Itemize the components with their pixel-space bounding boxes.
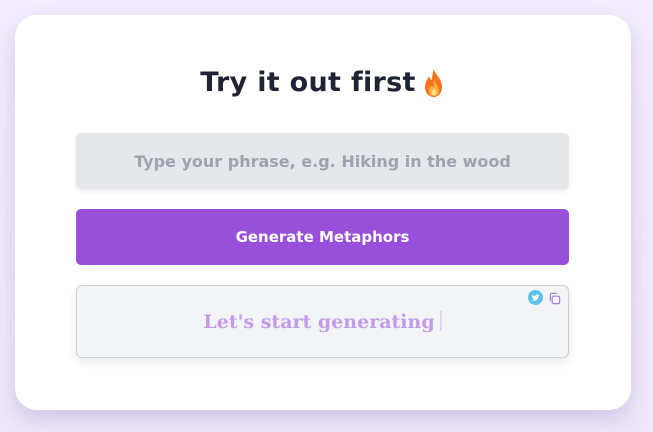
page-title: Try it out first [15, 67, 631, 98]
phrase-input[interactable] [76, 133, 569, 189]
try-it-card: Try it out first Generate Metaphors Let'… [15, 15, 631, 410]
generate-metaphors-button[interactable]: Generate Metaphors [76, 209, 569, 265]
output-box: Let's start generating [76, 285, 569, 358]
typing-cursor [439, 311, 442, 331]
title-text: Try it out first [200, 67, 416, 98]
fire-icon [424, 68, 442, 97]
copy-icon[interactable] [548, 292, 561, 305]
output-text-line: Let's start generating [77, 311, 568, 333]
output-text: Let's start generating [203, 311, 435, 333]
twitter-icon[interactable] [528, 290, 543, 305]
